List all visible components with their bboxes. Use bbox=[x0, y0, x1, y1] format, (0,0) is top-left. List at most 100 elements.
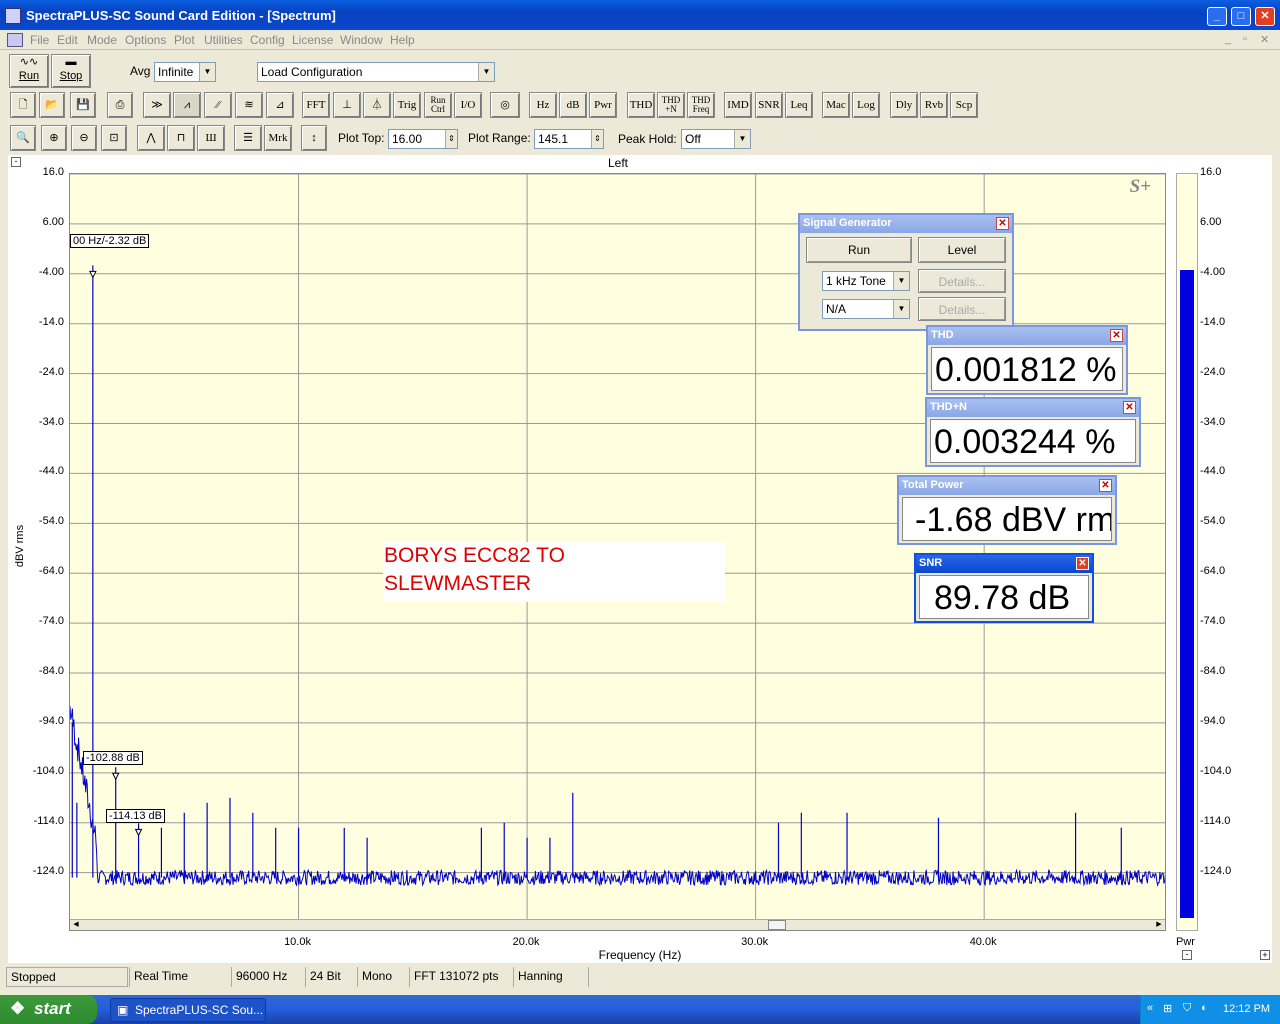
menu-config[interactable]: Config bbox=[250, 33, 285, 47]
spinner-icon[interactable]: ⇕ bbox=[445, 130, 457, 148]
spinner-icon[interactable]: ⇕ bbox=[591, 130, 603, 148]
start-button[interactable]: ❖ start bbox=[0, 995, 97, 1024]
app-icon[interactable] bbox=[5, 8, 21, 24]
new-icon[interactable]: 🗋 bbox=[10, 92, 36, 118]
close-icon[interactable]: ✕ bbox=[996, 217, 1009, 230]
menu-window[interactable]: Window bbox=[340, 33, 383, 47]
mac-button[interactable]: Mac bbox=[822, 92, 850, 118]
marker-3[interactable]: -114.13 dB bbox=[106, 809, 166, 823]
table-icon[interactable]: ☰ bbox=[234, 125, 262, 151]
io-button[interactable]: I/O bbox=[454, 92, 482, 118]
log-button[interactable]: Log bbox=[852, 92, 880, 118]
marker-2[interactable]: -102.88 dB bbox=[83, 751, 143, 765]
bar-plot-icon[interactable]: ⊓ bbox=[167, 125, 195, 151]
trigger-icon[interactable]: ⏃ bbox=[363, 92, 391, 118]
network-icon[interactable]: ⊞ bbox=[1163, 1002, 1172, 1015]
generator-run-button[interactable]: Run bbox=[806, 237, 912, 263]
menu-plot[interactable]: Plot bbox=[174, 33, 195, 47]
menu-edit[interactable]: Edit bbox=[57, 33, 78, 47]
mrk-button[interactable]: Mrk bbox=[264, 125, 292, 151]
scroll-right-icon[interactable]: ▶ bbox=[1153, 920, 1165, 930]
imd-button[interactable]: IMD bbox=[724, 92, 752, 118]
3d-surface-icon[interactable]: ⊿ bbox=[266, 92, 294, 118]
details-button-1[interactable]: Details... bbox=[918, 269, 1006, 293]
chevron-down-icon[interactable]: ▼ bbox=[199, 63, 215, 81]
shield-icon[interactable]: ⛉ bbox=[1183, 1002, 1191, 1015]
meter-collapse-icon[interactable]: - bbox=[1182, 950, 1192, 960]
axis-icon[interactable]: ⊥ bbox=[333, 92, 361, 118]
rvb-button[interactable]: Rvb bbox=[920, 92, 948, 118]
vertical-scale-icon[interactable]: ↕ bbox=[301, 125, 327, 151]
dly-button[interactable]: Dly bbox=[890, 92, 918, 118]
volume-icon[interactable]: ◐ bbox=[1201, 1002, 1208, 1014]
filter-icon[interactable]: ≫ bbox=[143, 92, 171, 118]
zoom-full-icon[interactable]: ⊡ bbox=[101, 125, 127, 151]
close-icon[interactable]: ✕ bbox=[1110, 329, 1123, 342]
generator-level-button[interactable]: Level bbox=[918, 237, 1006, 263]
zoom-icon[interactable]: 🔍 bbox=[10, 125, 36, 151]
minimize-button[interactable]: _ bbox=[1207, 7, 1227, 26]
mdi-minimize-icon[interactable]: _ bbox=[1225, 33, 1231, 45]
run-ctrl-button[interactable]: Run Ctrl bbox=[424, 92, 452, 118]
hz-button[interactable]: Hz bbox=[529, 92, 557, 118]
chevron-down-icon[interactable]: ▼ bbox=[893, 272, 909, 290]
menu-file[interactable]: File bbox=[30, 33, 49, 47]
scroll-left-icon[interactable]: ◀ bbox=[70, 920, 82, 930]
time-series-icon[interactable]: ⁄⁄ bbox=[204, 92, 232, 118]
open-icon[interactable]: 📂 bbox=[39, 92, 65, 118]
peak-hold-select[interactable]: Off ▼ bbox=[681, 129, 751, 149]
spectrum-icon[interactable]: ⩘ bbox=[173, 92, 201, 118]
doc-icon[interactable] bbox=[7, 33, 23, 47]
close-button[interactable]: ✕ bbox=[1255, 7, 1275, 26]
config-select[interactable]: Load Configuration ▼ bbox=[257, 62, 495, 82]
marker-1[interactable]: 00 Hz/-2.32 dB bbox=[70, 234, 150, 248]
thdn-button[interactable]: THD +N bbox=[657, 92, 685, 118]
taskbar-item-spectraplus[interactable]: ▣ SpectraPLUS-SC Sou... bbox=[110, 998, 266, 1022]
mdi-restore-icon[interactable]: ▫ bbox=[1243, 33, 1247, 45]
generator-icon[interactable]: ◎ bbox=[490, 92, 520, 118]
menu-options[interactable]: Options bbox=[125, 33, 166, 47]
details-button-2[interactable]: Details... bbox=[918, 297, 1006, 321]
menu-license[interactable]: License bbox=[292, 33, 333, 47]
menu-help[interactable]: Help bbox=[390, 33, 415, 47]
tone-select[interactable]: 1 kHz Tone ▼ bbox=[822, 271, 910, 291]
tray-expand-icon[interactable]: « bbox=[1147, 1002, 1153, 1014]
menu-mode[interactable]: Mode bbox=[87, 33, 117, 47]
maximize-button[interactable]: □ bbox=[1231, 7, 1251, 26]
run-button[interactable]: ∿∿ Run bbox=[9, 54, 49, 88]
annotation-note[interactable]: BORYS ECC82 TO SLEWMASTER bbox=[383, 542, 725, 602]
scp-button[interactable]: Scp bbox=[950, 92, 978, 118]
close-icon[interactable]: ✕ bbox=[1099, 479, 1112, 492]
chevron-down-icon[interactable]: ▼ bbox=[478, 63, 494, 81]
scroll-thumb[interactable] bbox=[768, 920, 786, 930]
pwr-button[interactable]: Pwr bbox=[589, 92, 617, 118]
thd-button[interactable]: THD bbox=[627, 92, 655, 118]
avg-select[interactable]: Infinite ▼ bbox=[154, 62, 216, 82]
plot-top-input[interactable]: 16.00 ⇕ bbox=[388, 129, 458, 149]
zoom-in-icon[interactable]: ⊕ bbox=[41, 125, 67, 151]
octave-plot-icon[interactable]: Ш bbox=[197, 125, 225, 151]
x-tick-label: 40.0k bbox=[969, 936, 997, 948]
horizontal-scrollbar[interactable]: ◀ ▶ bbox=[70, 919, 1165, 930]
trig-button[interactable]: Trig bbox=[393, 92, 421, 118]
stop-button[interactable]: ▬ Stop bbox=[51, 54, 91, 88]
db-button[interactable]: dB bbox=[559, 92, 587, 118]
close-icon[interactable]: ✕ bbox=[1123, 401, 1136, 414]
line-plot-icon[interactable]: ⋀ bbox=[137, 125, 165, 151]
snr-button[interactable]: SNR bbox=[755, 92, 783, 118]
save-icon[interactable]: 💾 bbox=[70, 92, 96, 118]
thd-freq-button[interactable]: THD Freq bbox=[687, 92, 715, 118]
close-icon[interactable]: ✕ bbox=[1076, 557, 1089, 570]
leq-button[interactable]: Leq bbox=[785, 92, 813, 118]
spectrogram-icon[interactable]: ≋ bbox=[235, 92, 263, 118]
expand-icon[interactable]: + bbox=[1260, 950, 1270, 960]
mdi-close-icon[interactable]: ✕ bbox=[1260, 33, 1269, 46]
print-icon[interactable]: ⎙ bbox=[107, 92, 133, 118]
menu-utilities[interactable]: Utilities bbox=[204, 33, 243, 47]
fft-button[interactable]: FFT bbox=[302, 92, 330, 118]
plot-range-input[interactable]: 145.1 ⇕ bbox=[534, 129, 604, 149]
chevron-down-icon[interactable]: ▼ bbox=[734, 130, 750, 148]
chevron-down-icon[interactable]: ▼ bbox=[893, 300, 909, 318]
zoom-out-icon[interactable]: ⊖ bbox=[71, 125, 97, 151]
second-select[interactable]: N/A ▼ bbox=[822, 299, 910, 319]
